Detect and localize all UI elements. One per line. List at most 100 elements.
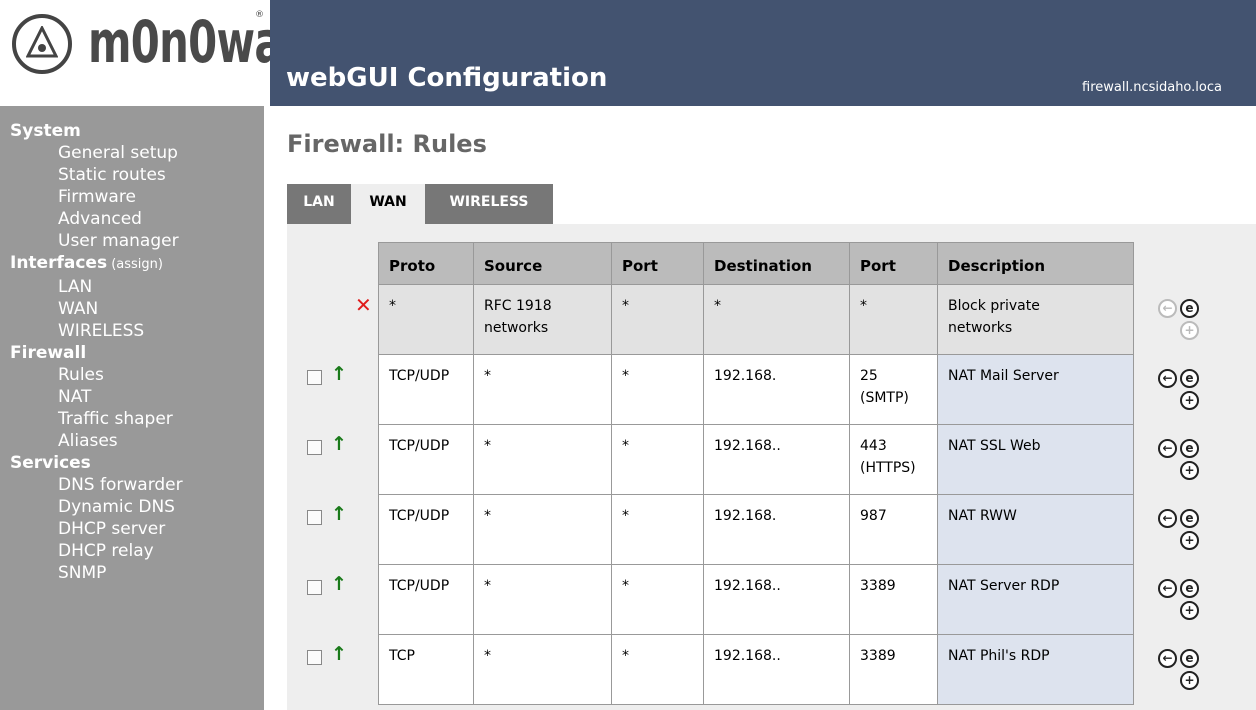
cell-description: Block private networks: [938, 285, 1134, 355]
rule-checkbox[interactable]: [307, 650, 322, 665]
cell-line: *: [484, 508, 491, 524]
add-plus-icon[interactable]: +: [1180, 321, 1199, 340]
move-left-icon[interactable]: ←: [1158, 579, 1177, 598]
sidebar-item-dhcp-relay[interactable]: DHCP relay: [58, 540, 264, 562]
cell-line: *: [484, 578, 491, 594]
table-row[interactable]: TCP * * 192.168.. 3389 NAT Phil's RDP: [378, 635, 1134, 705]
cell-destination: 192.168.: [704, 355, 850, 425]
sidebar-item-aliases[interactable]: Aliases: [58, 430, 264, 452]
tab-lan[interactable]: LAN: [287, 184, 351, 224]
header-bar: webGUI Configuration firewall.ncsidaho.l…: [270, 0, 1256, 106]
sidebar-item-firmware[interactable]: Firmware: [58, 186, 264, 208]
sidebar-item-dynamic-dns[interactable]: Dynamic DNS: [58, 496, 264, 518]
rule-checkbox[interactable]: [307, 580, 322, 595]
add-plus-icon[interactable]: +: [1180, 461, 1199, 480]
table-row[interactable]: * RFC 1918 networks * * * Block private network…: [378, 285, 1134, 355]
cell-source: *: [474, 495, 612, 565]
pass-arrow-icon: ↑: [331, 503, 347, 525]
cell-description: NAT Mail Server: [938, 355, 1134, 425]
sidebar-item-wan[interactable]: WAN: [58, 298, 264, 320]
tab-wan[interactable]: WAN: [351, 184, 425, 224]
tab-panel: ✕ ↑ ↑ ↑ ↑ ↑ Proto Source Port Destination Port Des…: [287, 224, 1256, 710]
pass-arrow-icon: ↑: [331, 433, 347, 455]
sidebar-item-dns-forwarder[interactable]: DNS forwarder: [58, 474, 264, 496]
add-plus-icon[interactable]: +: [1180, 531, 1199, 550]
cell-description: NAT Server RDP: [938, 565, 1134, 635]
sidebar-item-advanced[interactable]: Advanced: [58, 208, 264, 230]
cell-proto: TCP/UDP: [378, 425, 474, 495]
cell-line: NAT Server RDP: [948, 578, 1060, 594]
edit-e-icon[interactable]: e: [1180, 649, 1199, 668]
tab-wireless[interactable]: WIRELESS: [425, 184, 553, 224]
move-left-icon[interactable]: ←: [1158, 509, 1177, 528]
cell-line: 3389: [860, 578, 896, 594]
logo-area: m0n0wall ®: [0, 0, 310, 106]
sidebar-item-snmp[interactable]: SNMP: [58, 562, 264, 584]
edit-e-icon[interactable]: e: [1180, 509, 1199, 528]
brand-reg: ®: [255, 10, 264, 20]
cell-dest-port: 987: [850, 495, 938, 565]
cell-destination: 192.168..: [704, 425, 850, 495]
move-left-icon[interactable]: ←: [1158, 299, 1177, 318]
cell-line: NAT Phil's RDP: [948, 648, 1050, 664]
cell-source: RFC 1918 networks: [474, 285, 612, 355]
table-row[interactable]: TCP/UDP * * 192.168.. 3389 NAT Server RDP: [378, 565, 1134, 635]
nav-category-interfaces: Interfaces (assign): [10, 253, 163, 273]
sidebar-item-static-routes[interactable]: Static routes: [58, 164, 264, 186]
sidebar-item-nat[interactable]: NAT: [58, 386, 264, 408]
sidebar-item-dhcp-server[interactable]: DHCP server: [58, 518, 264, 540]
cell-description: NAT Phil's RDP: [938, 635, 1134, 705]
cell-destination: 192.168..: [704, 565, 850, 635]
cell-line: RFC 1918: [484, 298, 552, 314]
add-plus-icon[interactable]: +: [1180, 601, 1199, 620]
sidebar-item-traffic-shaper[interactable]: Traffic shaper: [58, 408, 264, 430]
add-plus-icon[interactable]: +: [1180, 671, 1199, 690]
rule-checkbox[interactable]: [307, 370, 322, 385]
sidebar-item-rules[interactable]: Rules: [58, 364, 264, 386]
cell-port: *: [612, 495, 704, 565]
move-left-icon[interactable]: ←: [1158, 649, 1177, 668]
sidebar-item-lan[interactable]: LAN: [58, 276, 264, 298]
nav-category-system: System: [10, 121, 81, 141]
rule-checkbox[interactable]: [307, 510, 322, 525]
cell-line: NAT RWW: [948, 508, 1017, 524]
cell-line: *: [484, 368, 491, 384]
move-left-icon[interactable]: ←: [1158, 439, 1177, 458]
header-title: webGUI Configuration: [286, 63, 608, 93]
sidebar-item-wireless[interactable]: WIRELESS: [58, 320, 264, 342]
cell-line: (HTTPS): [860, 460, 916, 476]
edit-e-icon[interactable]: e: [1180, 369, 1199, 388]
header-port: Port: [612, 242, 704, 285]
cell-line: 3389: [860, 648, 896, 664]
table-row[interactable]: TCP/UDP * * 192.168. 987 NAT RWW: [378, 495, 1134, 565]
cell-dest-port: 3389: [850, 565, 938, 635]
cell-source: *: [474, 425, 612, 495]
pass-arrow-icon: ↑: [331, 643, 347, 665]
cell-proto: *: [378, 285, 474, 355]
rule-checkbox[interactable]: [307, 440, 322, 455]
assign-link[interactable]: (assign): [107, 257, 163, 272]
sidebar-item-general-setup[interactable]: General setup: [58, 142, 264, 164]
edit-e-icon[interactable]: e: [1180, 579, 1199, 598]
edit-e-icon[interactable]: e: [1180, 299, 1199, 318]
table-row[interactable]: TCP/UDP * * 192.168. 25 (SMTP) NAT Mail Server: [378, 355, 1134, 425]
cell-line: *: [484, 438, 491, 454]
sidebar-item-user-manager[interactable]: User manager: [58, 230, 264, 252]
table-row[interactable]: TCP/UDP * * 192.168.. 443 (HTTPS) NAT SSL Web: [378, 425, 1134, 495]
sidebar-nav: System General setup Static routes Firmware…: [0, 106, 264, 710]
header-destination: Destination: [704, 242, 850, 285]
edit-e-icon[interactable]: e: [1180, 439, 1199, 458]
cell-proto: TCP/UDP: [378, 355, 474, 425]
add-plus-icon[interactable]: +: [1180, 391, 1199, 410]
move-left-icon[interactable]: ←: [1158, 369, 1177, 388]
cell-line: networks: [484, 320, 549, 336]
cell-destination: *: [704, 285, 850, 355]
header-dest-port: Port: [850, 242, 938, 285]
header-proto: Proto: [378, 242, 474, 285]
logo-icon: [12, 14, 72, 74]
cell-destination: 192.168.: [704, 495, 850, 565]
cell-dest-port: 443 (HTTPS): [850, 425, 938, 495]
cell-line: (SMTP): [860, 390, 909, 406]
cell-dest-port: *: [850, 285, 938, 355]
cell-source: *: [474, 565, 612, 635]
